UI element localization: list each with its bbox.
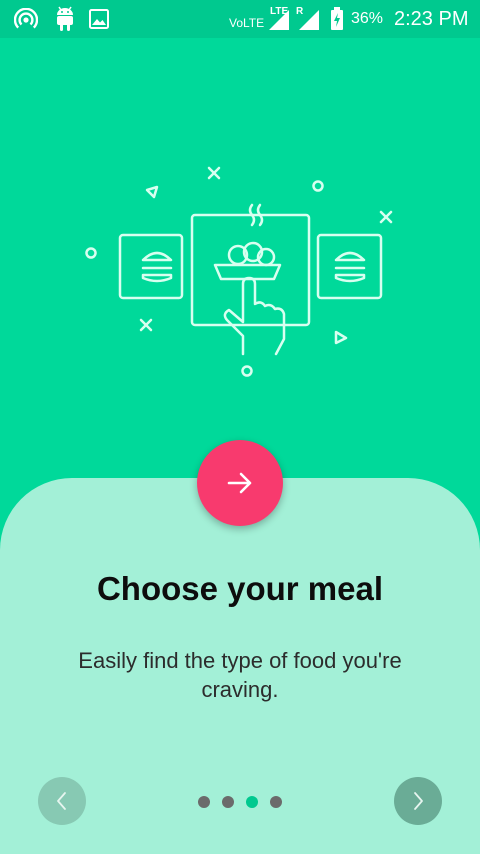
volte-label: VoLTE: [229, 16, 265, 30]
chevron-right-icon: [414, 792, 423, 810]
previous-button[interactable]: [38, 777, 86, 825]
hotspot-icon: [14, 8, 38, 29]
signal-icon-2: [299, 10, 319, 30]
page-dot-1[interactable]: [198, 796, 210, 808]
page-dot-2[interactable]: [222, 796, 234, 808]
onboarding-description: Easily find the type of food you're crav…: [78, 648, 402, 702]
page-dot-4[interactable]: [270, 796, 282, 808]
continue-fab-button[interactable]: [197, 440, 283, 526]
page-indicator: [198, 796, 282, 808]
chevron-left-icon: [57, 792, 66, 810]
image-icon: [89, 9, 109, 29]
page-dot-3-active[interactable]: [246, 796, 258, 808]
android-icon: [57, 6, 73, 31]
arrow-right-icon: [227, 472, 252, 494]
signal-icon: [269, 10, 289, 30]
hero-illustration-area: [0, 38, 480, 478]
clock: 2:23 PM: [394, 8, 469, 30]
next-button[interactable]: [394, 777, 442, 825]
battery-charging-icon: [331, 7, 343, 30]
battery-percent: 36%: [351, 10, 384, 27]
status-bar: VoLTE LTE R 36% 2:23 PM: [0, 0, 480, 38]
onboarding-title: Choose your meal: [96, 570, 384, 607]
food-selection-illustration: [85, 166, 393, 377]
